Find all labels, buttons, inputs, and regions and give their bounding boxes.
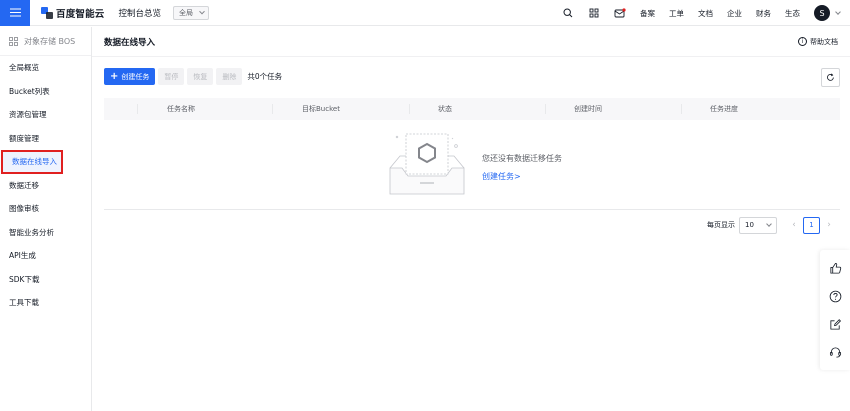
create-task-link[interactable]: 创建任务> <box>482 171 521 182</box>
region-select[interactable]: 全局 <box>173 5 210 20</box>
column-header-created-time: 创建时间 <box>574 105 602 113</box>
avatar[interactable]: S <box>814 5 830 21</box>
page-size-value: 10 <box>745 221 754 229</box>
table-header: 任务名称 目标Bucket 状态 创建时间 任务进度 <box>104 98 840 120</box>
logo[interactable]: 百度智能云 <box>41 6 105 20</box>
page-number-button[interactable]: 1 <box>803 216 820 234</box>
column-header-target-bucket: 目标Bucket <box>302 105 340 113</box>
logo-mark-icon <box>41 6 53 19</box>
pause-button[interactable]: 暂停 <box>158 68 185 85</box>
resume-button[interactable]: 恢复 <box>187 68 214 85</box>
logo-text: 百度智能云 <box>56 8 105 20</box>
grid-icon <box>9 36 18 46</box>
edit-feedback-icon[interactable] <box>829 318 842 331</box>
docs-link[interactable]: 文档 <box>698 8 713 19</box>
empty-state: 您还没有数据迁移任务 创建任务> <box>104 120 840 210</box>
page-header: 数据在线导入 i 帮助文档 <box>92 27 850 57</box>
sidebar-item-data-migration[interactable]: 数据迁移 <box>0 174 91 198</box>
task-table: 任务名称 目标Bucket 状态 创建时间 任务进度 您还没有数据迁移任务 创建 <box>104 98 840 210</box>
toolbar: + 创建任务 暂停 恢复 删除 共0个任务 <box>104 68 840 87</box>
sidebar-item-business-analysis[interactable]: 智能业务分析 <box>0 221 91 245</box>
question-icon[interactable] <box>829 290 842 303</box>
sidebar: 对象存储 BOS 全局概览 Bucket列表 资源包管理 额度管理 数据在线导入… <box>0 27 92 411</box>
sidebar-item-online-import[interactable]: 数据在线导入 <box>1 150 63 174</box>
sidebar-item-package-management[interactable]: 资源包管理 <box>0 103 91 127</box>
task-count: 共0个任务 <box>247 72 283 81</box>
sidebar-item-api-generation[interactable]: API生成 <box>0 244 91 268</box>
empty-box-illustration-icon <box>389 133 465 195</box>
ticket-link[interactable]: 工单 <box>669 8 684 19</box>
top-navigation-bar: 百度智能云 控制台总览 全局 备案 工单 文档 企业 财务 生态 S <box>0 0 850 26</box>
plus-icon: + <box>110 70 119 82</box>
page-size-label: 每页显示 <box>707 221 735 229</box>
empty-state-message: 您还没有数据迁移任务 <box>482 154 562 163</box>
refresh-icon <box>827 73 834 81</box>
sidebar-item-bucket-list[interactable]: Bucket列表 <box>0 80 91 104</box>
create-task-button[interactable]: + 创建任务 <box>104 68 156 85</box>
apps-grid-icon[interactable] <box>581 8 607 18</box>
chevron-down-icon[interactable] <box>835 8 841 15</box>
help-docs-link[interactable]: i 帮助文档 <box>798 37 838 47</box>
sidebar-item-tool-download[interactable]: 工具下载 <box>0 291 91 315</box>
page-size-select[interactable]: 10 <box>739 216 777 234</box>
column-header-progress: 任务进度 <box>710 105 738 113</box>
sidebar-item-sdk-download[interactable]: SDK下载 <box>0 268 91 292</box>
sidebar-header: 对象存储 BOS <box>0 27 91 56</box>
column-header-status: 状态 <box>438 105 452 113</box>
sidebar-title: 对象存储 BOS <box>24 36 76 46</box>
help-docs-label: 帮助文档 <box>810 37 838 46</box>
column-header-task-name: 任务名称 <box>167 105 195 113</box>
create-task-label: 创建任务 <box>121 72 150 81</box>
page-title: 数据在线导入 <box>104 37 156 48</box>
chevron-down-icon <box>199 8 205 14</box>
message-icon[interactable] <box>607 7 633 19</box>
next-page-icon[interactable]: › <box>822 220 836 230</box>
ecosystem-link[interactable]: 生态 <box>785 8 800 19</box>
enterprise-link[interactable]: 企业 <box>727 8 742 19</box>
help-icon: i <box>798 37 807 46</box>
refresh-button[interactable] <box>821 68 840 87</box>
region-value: 全局 <box>179 8 194 17</box>
pagination: 每页显示 10 ‹ 1 › <box>707 216 836 234</box>
sidebar-item-image-review[interactable]: 图像审核 <box>0 197 91 221</box>
menu-icon[interactable] <box>0 0 30 26</box>
previous-page-icon[interactable]: ‹ <box>787 220 801 230</box>
delete-button[interactable]: 删除 <box>216 68 243 85</box>
main-content: 数据在线导入 i 帮助文档 + 创建任务 暂停 恢复 删除 共0个任务 任务名称… <box>92 27 850 411</box>
finance-link[interactable]: 财务 <box>756 8 771 19</box>
thumbs-up-icon[interactable] <box>829 262 842 275</box>
sidebar-item-quota-management[interactable]: 额度管理 <box>0 127 91 151</box>
sidebar-item-overview[interactable]: 全局概览 <box>0 56 91 80</box>
floating-toolbar <box>820 250 850 370</box>
search-icon[interactable] <box>555 8 581 18</box>
customer-service-icon[interactable] <box>829 346 842 359</box>
console-overview-link[interactable]: 控制台总览 <box>119 7 162 19</box>
filing-link[interactable]: 备案 <box>640 8 655 19</box>
chevron-down-icon <box>766 221 772 227</box>
